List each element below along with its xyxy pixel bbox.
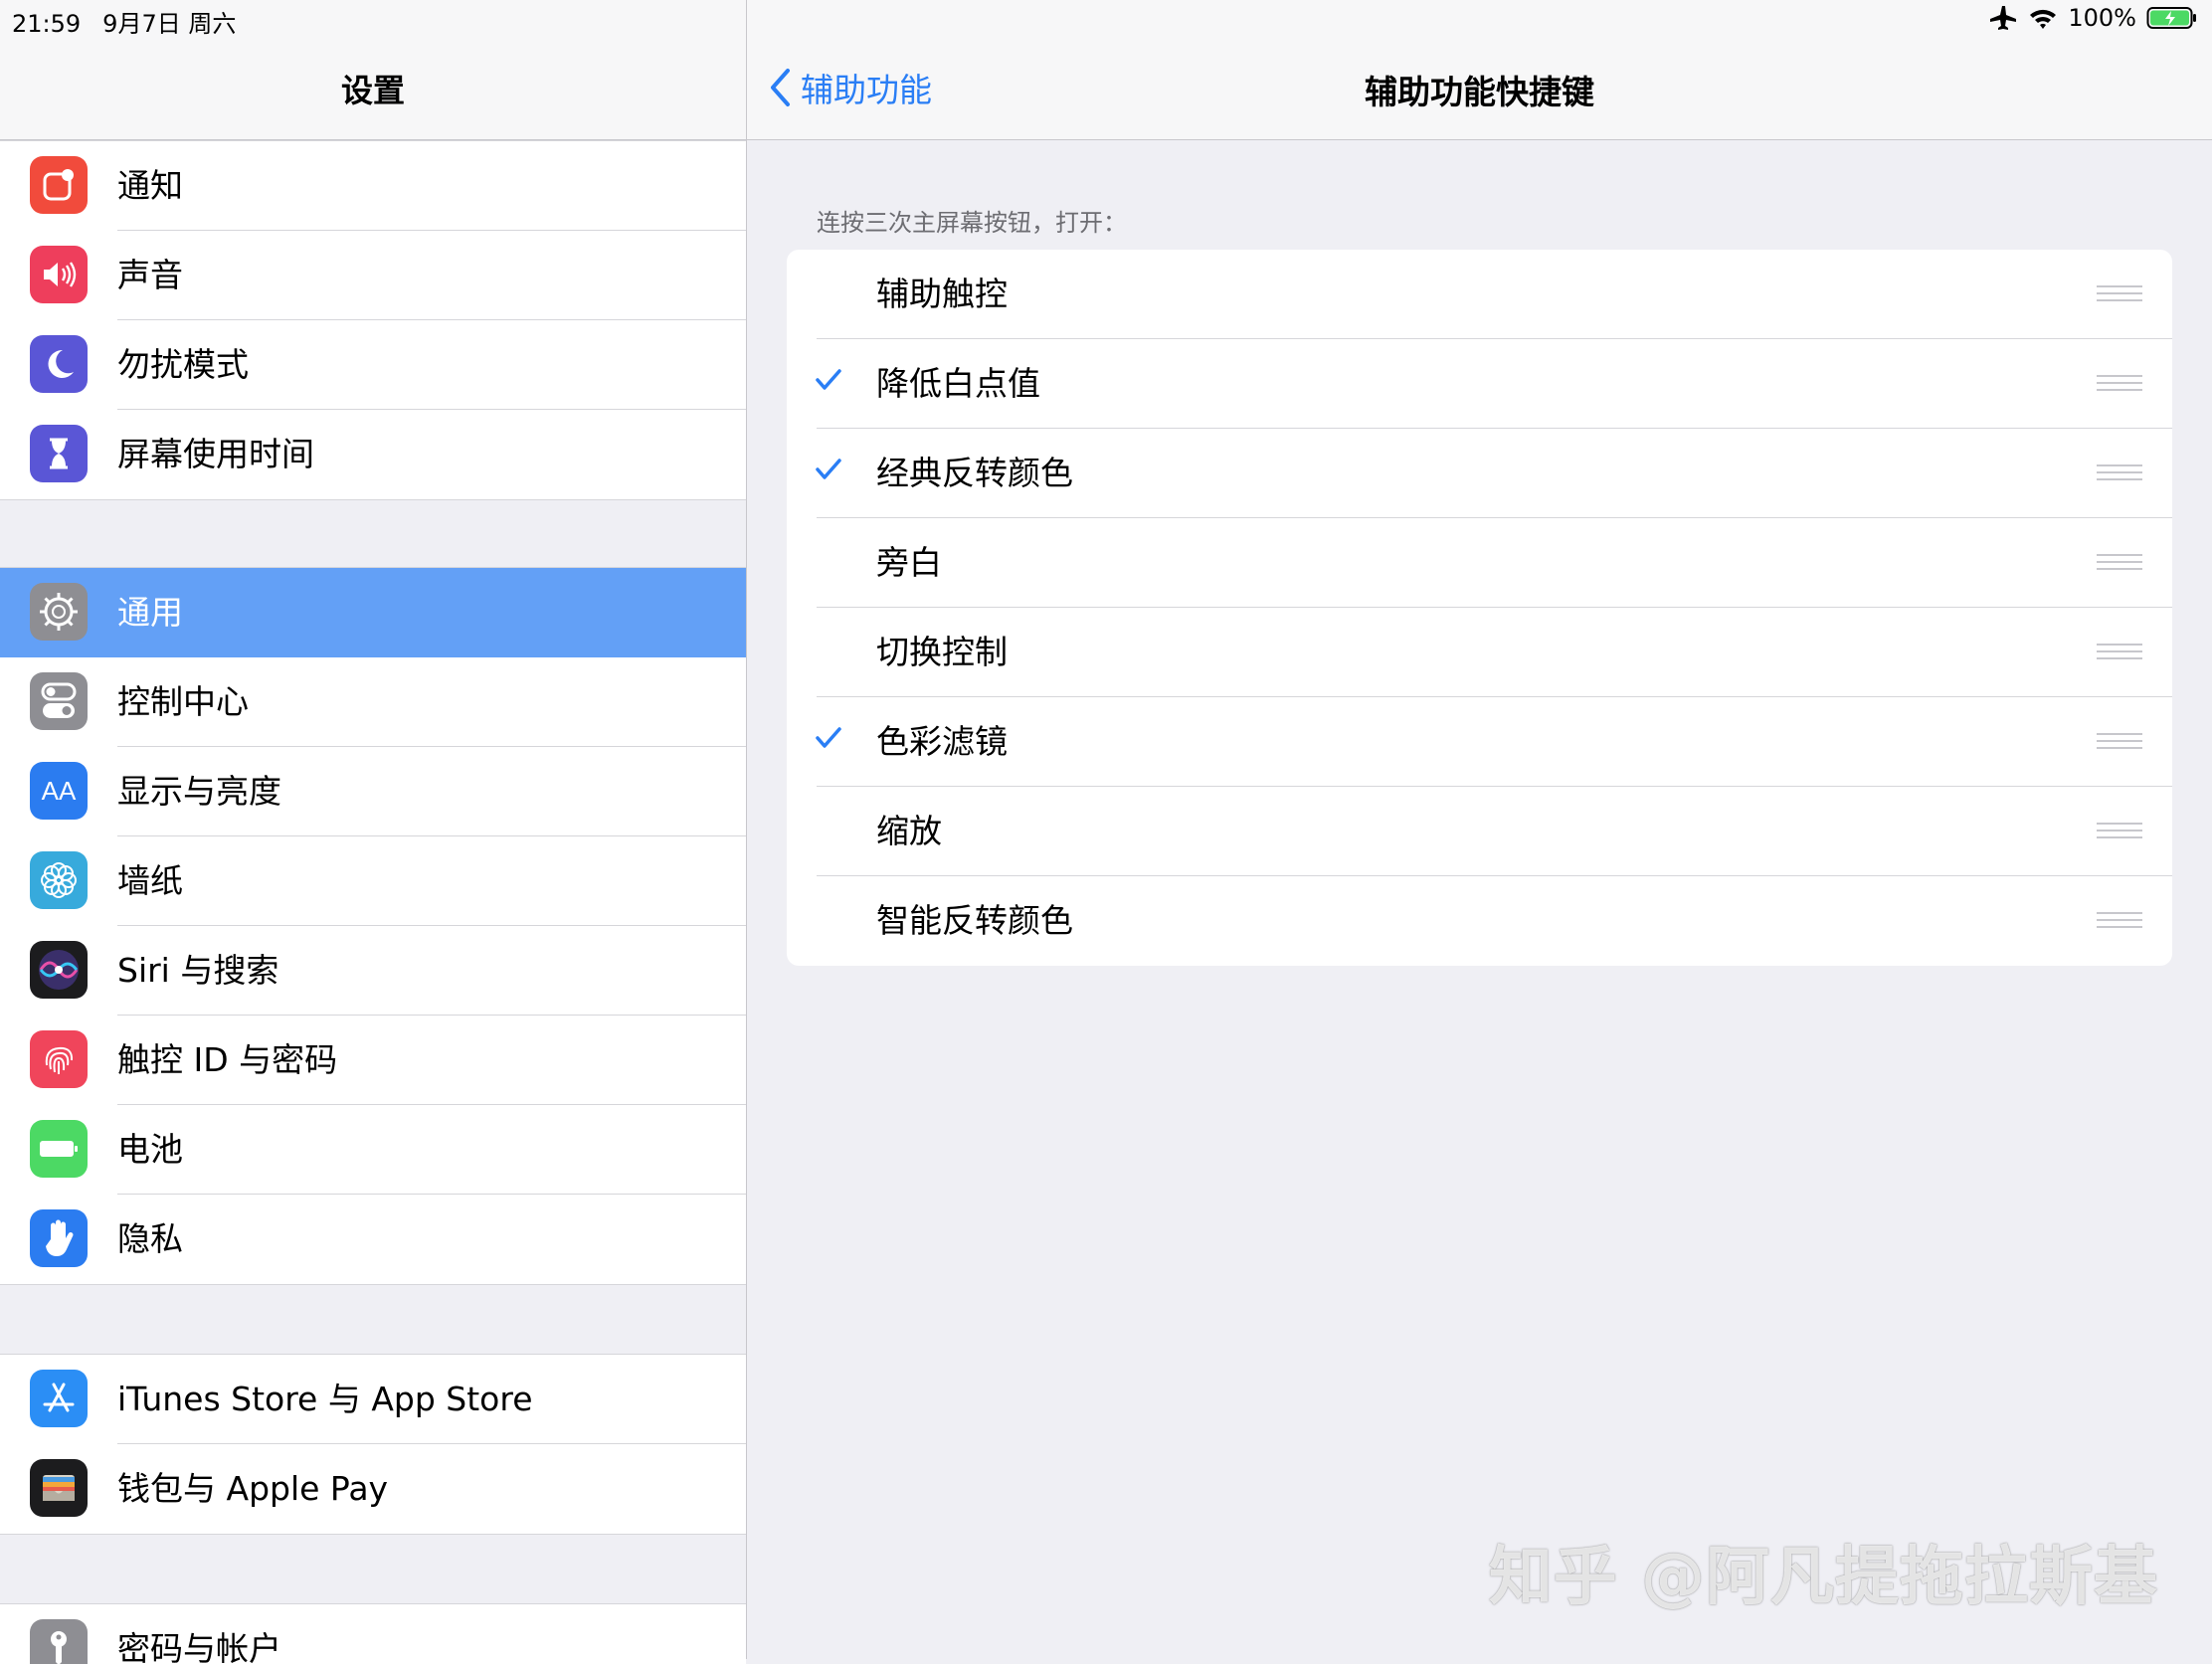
shortcut-label: 经典反转颜色 [876,454,1073,492]
reorder-handle-icon[interactable] [2097,733,2142,754]
shortcut-row[interactable]: 旁白 [787,518,2172,608]
reorder-handle-icon[interactable] [2097,554,2142,575]
status-date: 9月7日 周六 [102,10,237,38]
status-bar-right: 100% [1990,4,2198,32]
fingerprint-icon [30,1030,88,1088]
detail-pane: 100% 辅助功能 辅助功能快捷键 连按三次主屏幕按钮，打开： 辅助触控降低白点… [747,0,2212,1659]
moon-icon [30,335,88,393]
shortcut-label: 旁白 [876,543,942,582]
sidebar-item-label: 屏幕使用时间 [117,435,314,473]
shortcut-label: 切换控制 [876,633,1008,671]
section-header: 连按三次主屏幕按钮，打开： [817,209,1127,237]
sidebar-item-sounds[interactable]: 声音 [0,231,746,320]
sidebar-item-label: iTunes Store 与 App Store [117,1380,533,1418]
shortcut-row[interactable]: 智能反转颜色 [787,876,2172,966]
checkmark-icon [815,726,842,754]
reorder-handle-icon[interactable] [2097,912,2142,933]
sidebar-item-screen-time[interactable]: 屏幕使用时间 [0,410,746,499]
sidebar-item-display-brightness[interactable]: AA 显示与亮度 [0,747,746,836]
sidebar-item-control-center[interactable]: 控制中心 [0,657,746,747]
sidebar-item-wallet-apple-pay[interactable]: 钱包与 Apple Pay [0,1444,746,1534]
sidebar-item-label: 隐私 [117,1219,183,1258]
hand-icon [30,1209,88,1267]
sidebar-header: 21:59 9月7日 周六 设置 [0,0,746,140]
page-title: 辅助功能快捷键 [1365,73,1594,111]
sidebar-item-do-not-disturb[interactable]: 勿扰模式 [0,320,746,410]
shortcut-label: 智能反转颜色 [876,901,1073,940]
checkmark-icon [815,458,842,485]
sidebar-item-label: 触控 ID 与密码 [117,1040,338,1079]
reorder-handle-icon[interactable] [2097,375,2142,396]
sidebar-item-label: 密码与帐户 [117,1629,281,1664]
battery-icon [30,1120,88,1178]
sidebar-item-label: Siri 与搜索 [117,951,279,990]
airplane-icon [1990,6,2017,30]
settings-group-3: iTunes Store 与 App Store 钱包与 Apple Pay [0,1354,746,1535]
sidebar-item-label: 显示与亮度 [117,772,281,811]
sidebar-item-general[interactable]: 通用 [0,568,746,657]
shortcut-row[interactable]: 色彩滤镜 [787,697,2172,787]
notifications-icon [30,156,88,214]
sidebar-title: 设置 [340,72,405,109]
shortcut-label: 辅助触控 [876,275,1008,313]
sidebar-item-battery[interactable]: 电池 [0,1105,746,1195]
shortcut-list: 辅助触控降低白点值经典反转颜色 旁白切换控制色彩滤镜缩放智能反转颜色 [787,250,2172,966]
shortcut-label: 降低白点值 [876,364,1040,403]
toggles-icon [30,672,88,730]
shortcut-row[interactable]: 经典反转颜色 [787,429,2172,518]
sidebar-item-wallpaper[interactable]: 墙纸 [0,836,746,926]
checkmark-icon [815,368,842,396]
settings-group-4: 密码与帐户 [0,1603,746,1664]
hourglass-icon [30,425,88,482]
sidebar-item-touch-id-passcode[interactable]: 触控 ID 与密码 [0,1016,746,1105]
key-icon [30,1619,88,1664]
reorder-handle-icon[interactable] [2097,644,2142,664]
sidebar-item-itunes-app-store[interactable]: iTunes Store 与 App Store [0,1355,746,1444]
sidebar-item-label: 控制中心 [117,682,249,721]
shortcut-row[interactable]: 辅助触控 [787,250,2172,339]
wallet-icon [30,1459,88,1517]
siri-icon [30,941,88,999]
shortcut-row[interactable]: 缩放 [787,787,2172,876]
gear-icon [30,583,88,641]
sidebar-item-label: 电池 [117,1130,183,1169]
sidebar-item-label: 墙纸 [117,861,183,900]
sidebar-item-label: 通知 [117,166,183,205]
flower-icon [30,851,88,909]
sidebar-item-passwords-accounts[interactable]: 密码与帐户 [0,1604,746,1664]
speaker-icon [30,246,88,303]
status-bar-left: 21:59 9月7日 周六 [12,4,258,39]
sidebar-item-label: 通用 [117,593,183,632]
app-store-icon [30,1370,88,1427]
sidebar-item-privacy[interactable]: 隐私 [0,1195,746,1284]
wifi-icon [2030,9,2057,29]
settings-group-1: 通知 声音 勿扰模式 屏幕使用时间 [0,140,746,500]
sidebar-item-notifications[interactable]: 通知 [0,141,746,231]
battery-charging-icon [2146,7,2196,29]
sidebar-item-siri-search[interactable]: Siri 与搜索 [0,926,746,1016]
sidebar-item-label: 声音 [117,256,183,294]
battery-percent: 100% [2068,4,2136,32]
shortcut-row[interactable]: 切换控制 [787,608,2172,697]
text-size-icon: AA [30,762,88,820]
shortcut-row[interactable]: 降低白点值 [787,339,2172,429]
shortcut-label: 缩放 [876,812,942,850]
reorder-handle-icon[interactable] [2097,823,2142,843]
shortcut-label: 色彩滤镜 [876,722,1008,761]
sidebar-item-label: 勿扰模式 [117,345,249,384]
sidebar-item-label: 钱包与 Apple Pay [117,1469,389,1508]
settings-sidebar: 21:59 9月7日 周六 设置 通知 声音 勿扰模式 屏幕使用时间 通用 控制… [0,0,747,1664]
settings-group-2: 通用 控制中心 AA 显示与亮度 墙纸 Siri 与搜索 触控 ID 与密码 电… [0,567,746,1285]
watermark: 知乎 @阿凡提拖拉斯基 [1488,1541,2158,1614]
detail-header: 100% 辅助功能 辅助功能快捷键 [747,0,2212,140]
status-time: 21:59 [12,10,82,38]
reorder-handle-icon[interactable] [2097,464,2142,485]
reorder-handle-icon[interactable] [2097,285,2142,306]
